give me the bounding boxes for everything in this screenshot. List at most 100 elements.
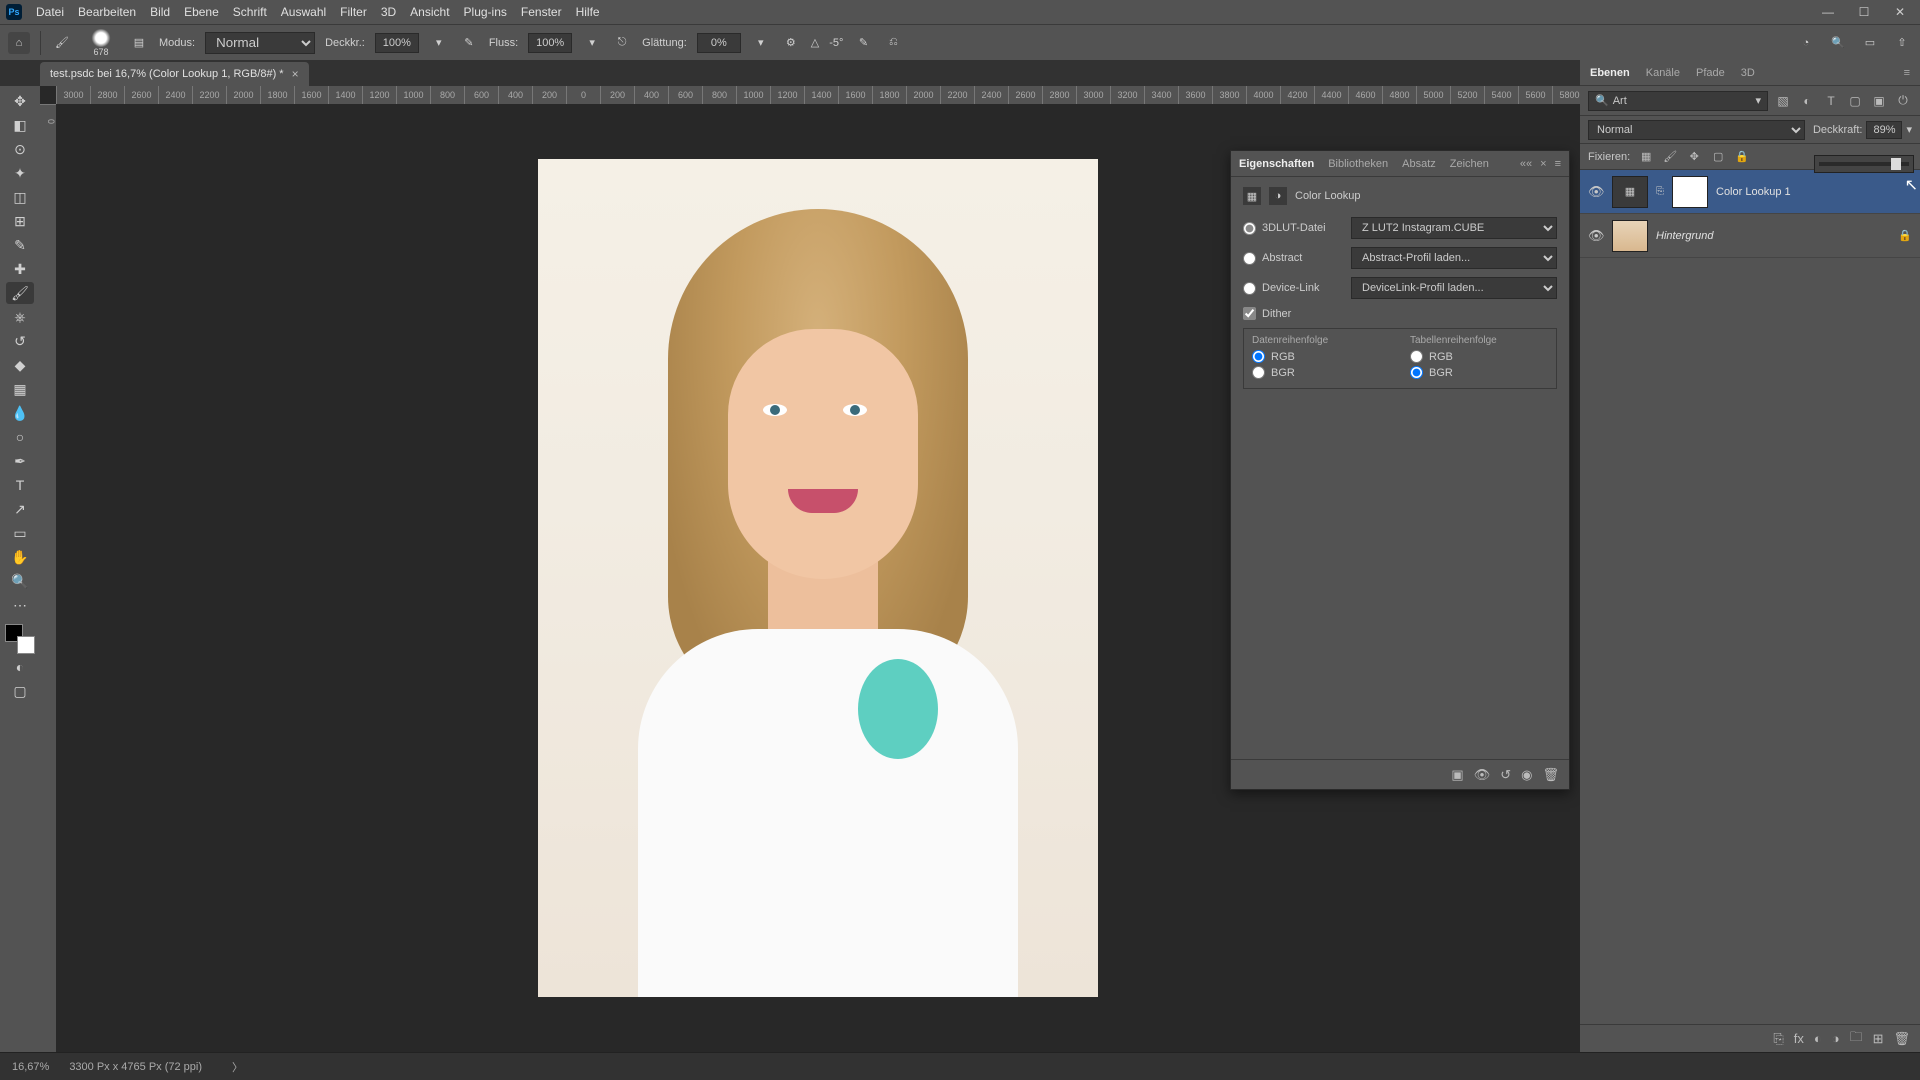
- clip-to-layer-icon[interactable]: ▣: [1451, 767, 1463, 783]
- background-color[interactable]: [17, 636, 35, 654]
- filter-type-icon[interactable]: T: [1822, 92, 1840, 110]
- link-layers-icon[interactable]: ⎘: [1773, 1031, 1783, 1047]
- angle-value[interactable]: -5°: [829, 37, 843, 49]
- tab-bibliotheken[interactable]: Bibliotheken: [1328, 158, 1388, 170]
- quickmask-tool[interactable]: ◐: [6, 656, 34, 678]
- lock-all-icon[interactable]: 🔒: [1734, 149, 1750, 165]
- shape-tool[interactable]: ▭: [6, 522, 34, 544]
- airbrush-icon[interactable]: ⎋: [612, 33, 632, 53]
- opacity-slider-knob[interactable]: [1891, 158, 1901, 170]
- frame-tool[interactable]: ⊞: [6, 210, 34, 232]
- layer-thumb-background[interactable]: [1612, 220, 1648, 252]
- pressure-size-icon[interactable]: ✎: [853, 33, 873, 53]
- layer-thumb-mask[interactable]: [1672, 176, 1708, 208]
- cloud-docs-icon[interactable]: ◔: [1796, 33, 1816, 53]
- layers-panel-menu-icon[interactable]: ≡: [1904, 67, 1910, 79]
- layer-mask-link-icon[interactable]: ⎘: [1656, 186, 1664, 197]
- menu-filter[interactable]: Filter: [340, 5, 367, 19]
- tab-eigenschaften[interactable]: Eigenschaften: [1239, 158, 1314, 170]
- lock-position-icon[interactable]: ✥: [1686, 149, 1702, 165]
- smoothing-input[interactable]: [697, 33, 741, 53]
- tab-kanaele[interactable]: Kanäle: [1646, 67, 1680, 79]
- layer-blend-select[interactable]: Normal: [1588, 120, 1805, 140]
- filter-adjust-icon[interactable]: ◐: [1798, 92, 1816, 110]
- lock-artboard-icon[interactable]: ▢: [1710, 149, 1726, 165]
- close-tab-icon[interactable]: ×: [292, 67, 299, 81]
- delete-adjustment-icon[interactable]: 🗑: [1542, 767, 1559, 783]
- zoom-level[interactable]: 16,67%: [12, 1061, 49, 1073]
- view-previous-icon[interactable]: 👁: [1474, 767, 1491, 783]
- abstract-select[interactable]: Abstract-Profil laden...: [1351, 247, 1557, 269]
- menu-ansicht[interactable]: Ansicht: [410, 5, 449, 19]
- tab-ebenen[interactable]: Ebenen: [1590, 67, 1630, 79]
- menu-bild[interactable]: Bild: [150, 5, 170, 19]
- pressure-opacity-icon[interactable]: ✎: [459, 33, 479, 53]
- lock-pixels-icon[interactable]: 🖌: [1662, 149, 1678, 165]
- lut-file-select[interactable]: Z LUT2 Instagram.CUBE: [1351, 217, 1557, 239]
- filter-toggle-icon[interactable]: ⏻: [1894, 92, 1912, 110]
- menu-plugins[interactable]: Plug-ins: [464, 5, 507, 19]
- layer-thumb-adjustment[interactable]: ▦: [1612, 176, 1648, 208]
- symmetry-icon[interactable]: ⎌: [883, 33, 903, 53]
- flow-dropdown-icon[interactable]: ▾: [582, 33, 602, 53]
- document-dimensions[interactable]: 3300 Px x 4765 Px (72 ppi): [69, 1061, 202, 1073]
- eyedropper-tool[interactable]: ✎: [6, 234, 34, 256]
- new-layer-icon[interactable]: ⊞: [1873, 1031, 1884, 1047]
- panel-menu-icon[interactable]: ≡: [1555, 158, 1561, 170]
- layer-visibility-icon[interactable]: 👁: [1588, 228, 1604, 244]
- device-link-select[interactable]: DeviceLink-Profil laden...: [1351, 277, 1557, 299]
- panel-collapse-icon[interactable]: ««: [1520, 158, 1532, 170]
- toggle-visibility-icon[interactable]: ◉: [1521, 767, 1532, 783]
- eraser-tool[interactable]: ◆: [6, 354, 34, 376]
- layer-name[interactable]: Color Lookup 1: [1716, 186, 1912, 198]
- opacity-dropdown-icon[interactable]: ▾: [429, 33, 449, 53]
- path-tool[interactable]: ↗: [6, 498, 34, 520]
- stamp-tool[interactable]: ⎈: [6, 306, 34, 328]
- group-icon[interactable]: 🗀: [1850, 1028, 1863, 1050]
- layer-name[interactable]: Hintergrund: [1656, 230, 1890, 242]
- move-tool[interactable]: ✥: [6, 90, 34, 112]
- edit-toolbar[interactable]: ⋯: [6, 594, 34, 616]
- menu-3d[interactable]: 3D: [381, 5, 396, 19]
- healing-tool[interactable]: ✚: [6, 258, 34, 280]
- blur-tool[interactable]: 💧: [6, 402, 34, 424]
- data-order-bgr[interactable]: BGR: [1252, 366, 1390, 379]
- brush-preset-picker[interactable]: 678: [83, 29, 119, 57]
- wand-tool[interactable]: ✦: [6, 162, 34, 184]
- menu-fenster[interactable]: Fenster: [521, 5, 562, 19]
- blend-mode-select[interactable]: Normal: [205, 32, 315, 54]
- search-icon[interactable]: 🔍: [1828, 33, 1848, 53]
- layer-opacity-input[interactable]: [1866, 121, 1902, 139]
- tab-3d[interactable]: 3D: [1741, 67, 1755, 79]
- tab-absatz[interactable]: Absatz: [1402, 158, 1436, 170]
- gradient-tool[interactable]: ▦: [6, 378, 34, 400]
- menu-schrift[interactable]: Schrift: [233, 5, 267, 19]
- table-order-bgr[interactable]: BGR: [1410, 366, 1548, 379]
- marquee-tool[interactable]: ◧: [6, 114, 34, 136]
- dither-checkbox[interactable]: Dither: [1243, 307, 1343, 320]
- window-minimize-button[interactable]: —: [1814, 3, 1842, 21]
- adjustment-layer-icon[interactable]: ◑: [1832, 1031, 1840, 1046]
- layer-row-background[interactable]: 👁 Hintergrund 🔒: [1580, 214, 1920, 258]
- history-brush-tool[interactable]: ↺: [6, 330, 34, 352]
- color-swatches[interactable]: [5, 624, 35, 654]
- brush-tool[interactable]: 🖌: [6, 282, 34, 304]
- lock-transparent-icon[interactable]: ▦: [1638, 149, 1654, 165]
- hand-tool[interactable]: ✋: [6, 546, 34, 568]
- workspace-icon[interactable]: ▭: [1860, 33, 1880, 53]
- layer-mask-icon[interactable]: ◐: [1814, 1031, 1822, 1046]
- window-maximize-button[interactable]: ☐: [1850, 3, 1878, 21]
- tab-zeichen[interactable]: Zeichen: [1450, 158, 1489, 170]
- menu-datei[interactable]: Datei: [36, 5, 64, 19]
- panel-close-icon[interactable]: ×: [1540, 158, 1546, 170]
- filter-pixel-icon[interactable]: ▧: [1774, 92, 1792, 110]
- delete-layer-icon[interactable]: 🗑: [1893, 1031, 1910, 1047]
- opacity-input[interactable]: [375, 33, 419, 53]
- layer-filter-type[interactable]: 🔍 Art ▾: [1588, 91, 1768, 111]
- flow-input[interactable]: [528, 33, 572, 53]
- menu-bearbeiten[interactable]: Bearbeiten: [78, 5, 136, 19]
- zoom-tool[interactable]: 🔍: [6, 570, 34, 592]
- lasso-tool[interactable]: ⊙: [6, 138, 34, 160]
- menu-ebene[interactable]: Ebene: [184, 5, 219, 19]
- layer-row-color-lookup[interactable]: 👁 ▦ ⎘ Color Lookup 1: [1580, 170, 1920, 214]
